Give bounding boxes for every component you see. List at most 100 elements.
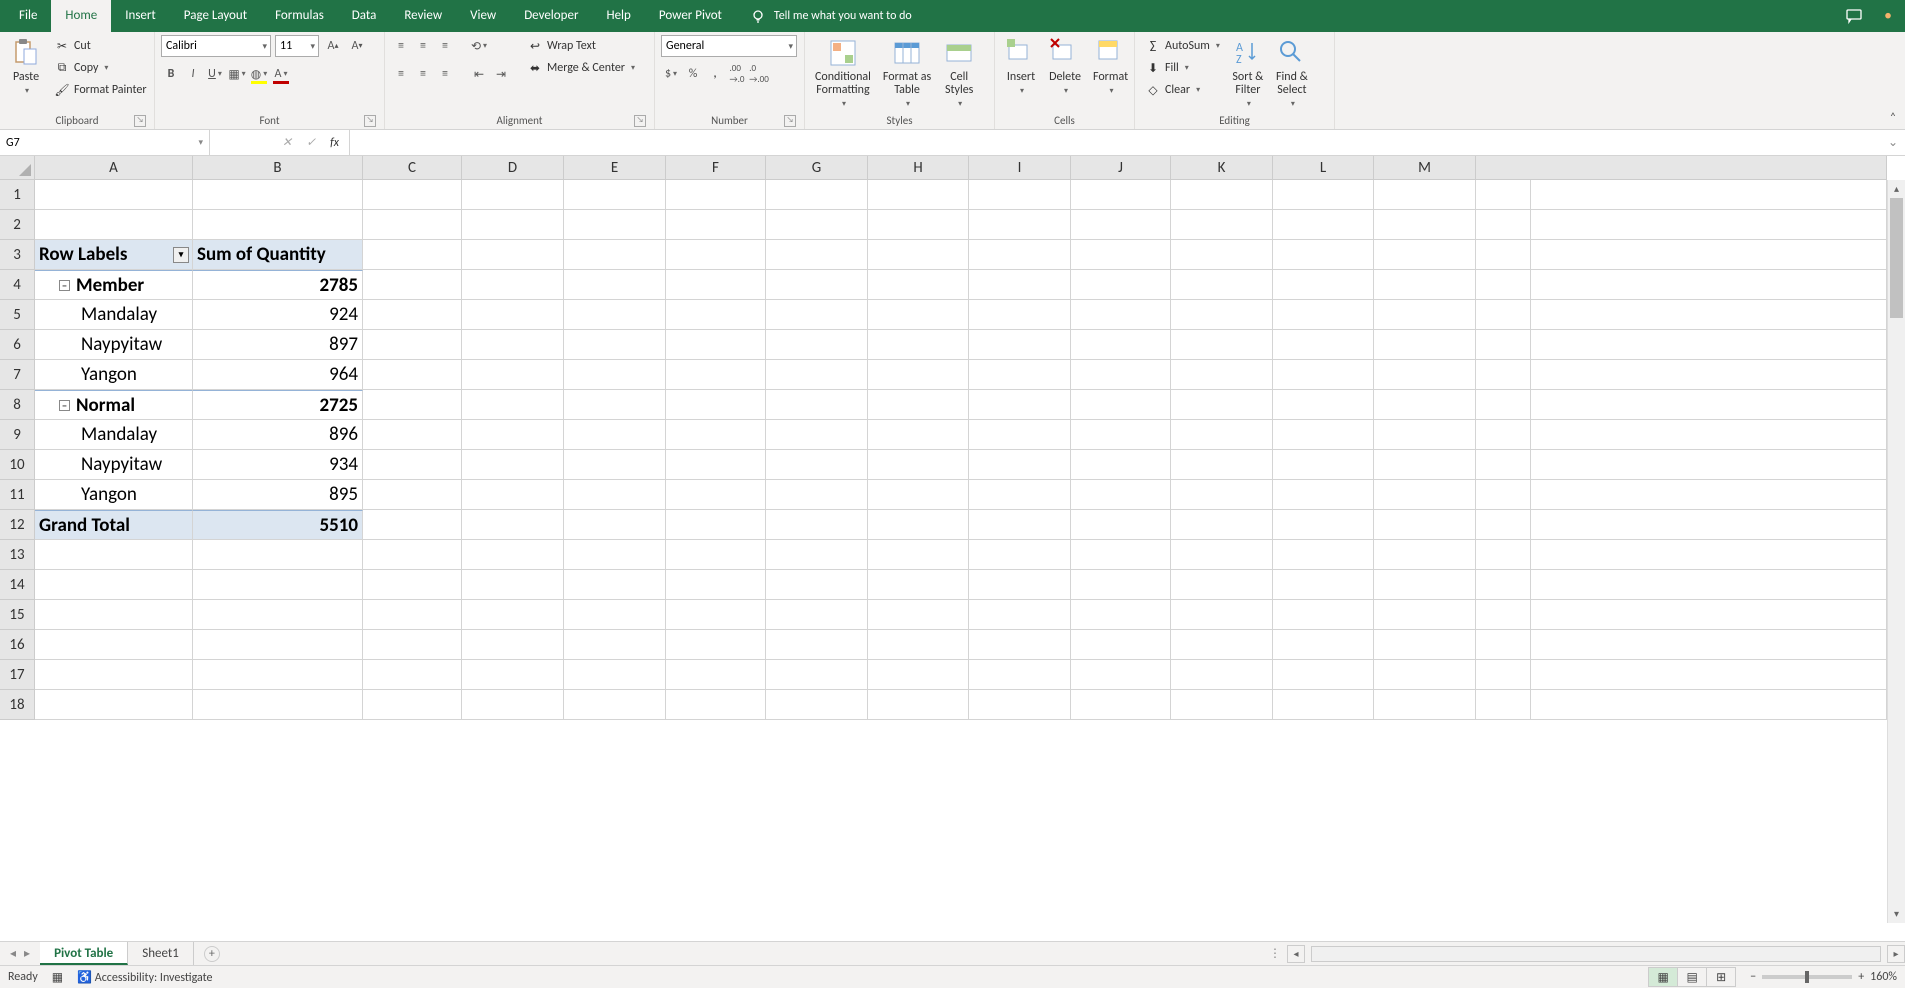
row-header-8[interactable]: 8 (0, 390, 35, 420)
cell-M1[interactable] (1374, 180, 1476, 210)
align-right-button[interactable]: ≡ (435, 63, 455, 85)
dialog-launcher-icon[interactable]: ↘ (784, 115, 796, 127)
col-header-E[interactable]: E (564, 156, 666, 180)
cell-H17[interactable] (868, 660, 969, 690)
tab-help[interactable]: Help (592, 0, 644, 32)
cell-L17[interactable] (1273, 660, 1374, 690)
cell-C10[interactable] (363, 450, 462, 480)
cell-styles-button[interactable]: Cell Styles▾ (939, 35, 979, 111)
align-middle-button[interactable]: ≡ (413, 35, 433, 57)
cell-I12[interactable] (969, 510, 1071, 540)
comments-icon[interactable] (1837, 0, 1871, 32)
cell-K3[interactable] (1171, 240, 1273, 270)
decrease-font-button[interactable]: A▾ (347, 35, 367, 57)
tell-me-search[interactable]: Tell me what you want to do (736, 0, 926, 32)
cell-J15[interactable] (1071, 600, 1171, 630)
cell-C11[interactable] (363, 480, 462, 510)
row-header-12[interactable]: 12 (0, 510, 35, 540)
cell-E17[interactable] (564, 660, 666, 690)
cell-J2[interactable] (1071, 210, 1171, 240)
cell-X3[interactable] (1476, 240, 1531, 270)
cell-H6[interactable] (868, 330, 969, 360)
cell-M15[interactable] (1374, 600, 1476, 630)
cell-E6[interactable] (564, 330, 666, 360)
row-header-7[interactable]: 7 (0, 360, 35, 390)
cell-D2[interactable] (462, 210, 564, 240)
cell-K13[interactable] (1171, 540, 1273, 570)
cell-G1[interactable] (766, 180, 868, 210)
cell-X4[interactable] (1476, 270, 1531, 300)
cell-I17[interactable] (969, 660, 1071, 690)
align-top-button[interactable]: ≡ (391, 35, 411, 57)
cell-C12[interactable] (363, 510, 462, 540)
cell-A11[interactable]: Yangon (35, 480, 193, 510)
cell-L3[interactable] (1273, 240, 1374, 270)
cell-K6[interactable] (1171, 330, 1273, 360)
cell-I6[interactable] (969, 330, 1071, 360)
cell-H1[interactable] (868, 180, 969, 210)
cell-B8[interactable]: 2725 (193, 390, 363, 420)
horizontal-scrollbar[interactable] (1311, 946, 1881, 962)
cell-E10[interactable] (564, 450, 666, 480)
cell-J10[interactable] (1071, 450, 1171, 480)
cell-L8[interactable] (1273, 390, 1374, 420)
cell-X6[interactable] (1476, 330, 1531, 360)
cell-L13[interactable] (1273, 540, 1374, 570)
cell-M7[interactable] (1374, 360, 1476, 390)
zoom-level[interactable]: 160% (1870, 970, 1897, 984)
cell-G15[interactable] (766, 600, 868, 630)
collapse-icon[interactable]: − (59, 400, 70, 411)
cell-A1[interactable] (35, 180, 193, 210)
align-bottom-button[interactable]: ≡ (435, 35, 455, 57)
zoom-in-button[interactable]: + (1858, 970, 1864, 984)
cell-J18[interactable] (1071, 690, 1171, 720)
cell-I13[interactable] (969, 540, 1071, 570)
cell-J1[interactable] (1071, 180, 1171, 210)
overflow-icon[interactable]: ● (1871, 0, 1905, 32)
cell-A4[interactable]: −Member (35, 270, 193, 300)
macro-record-icon[interactable]: ▦ (52, 970, 63, 985)
copy-button[interactable]: ⧉Copy▾ (50, 57, 151, 79)
cell-M16[interactable] (1374, 630, 1476, 660)
border-button[interactable]: ▦▾ (227, 63, 247, 85)
cell-C7[interactable] (363, 360, 462, 390)
cell-C8[interactable] (363, 390, 462, 420)
tab-view[interactable]: View (456, 0, 510, 32)
cell-E9[interactable] (564, 420, 666, 450)
paste-button[interactable]: Paste▾ (6, 35, 46, 99)
zoom-slider[interactable] (1762, 975, 1852, 979)
cell-C16[interactable] (363, 630, 462, 660)
cell-D15[interactable] (462, 600, 564, 630)
cell-A6[interactable]: Naypyitaw (35, 330, 193, 360)
tab-formulas[interactable]: Formulas (261, 0, 338, 32)
dialog-launcher-icon[interactable]: ↘ (634, 115, 646, 127)
cell-E13[interactable] (564, 540, 666, 570)
cell-D14[interactable] (462, 570, 564, 600)
collapse-icon[interactable]: − (59, 280, 70, 291)
vertical-scrollbar[interactable]: ▴ ▾ (1887, 180, 1905, 923)
row-header-6[interactable]: 6 (0, 330, 35, 360)
sheet-nav[interactable]: ◂▸ (0, 942, 40, 965)
col-header-I[interactable]: I (969, 156, 1071, 180)
cell-D3[interactable] (462, 240, 564, 270)
tab-data[interactable]: Data (338, 0, 391, 32)
cell-F8[interactable] (666, 390, 766, 420)
cell-H13[interactable] (868, 540, 969, 570)
cell-F1[interactable] (666, 180, 766, 210)
new-sheet-button[interactable]: + (204, 946, 220, 962)
cell-B13[interactable] (193, 540, 363, 570)
row-header-5[interactable]: 5 (0, 300, 35, 330)
cell-X17[interactable] (1476, 660, 1531, 690)
cell-B16[interactable] (193, 630, 363, 660)
cell-M5[interactable] (1374, 300, 1476, 330)
cell-L6[interactable] (1273, 330, 1374, 360)
collapse-ribbon-button[interactable]: ˄ (1881, 32, 1905, 129)
cell-I8[interactable] (969, 390, 1071, 420)
row-header-3[interactable]: 3 (0, 240, 35, 270)
cell-J9[interactable] (1071, 420, 1171, 450)
cell-A10[interactable]: Naypyitaw (35, 450, 193, 480)
cell-B18[interactable] (193, 690, 363, 720)
hscroll-left-button[interactable]: ◂ (1287, 945, 1305, 963)
col-header-D[interactable]: D (462, 156, 564, 180)
format-painter-button[interactable]: 🖌Format Painter (50, 79, 151, 101)
